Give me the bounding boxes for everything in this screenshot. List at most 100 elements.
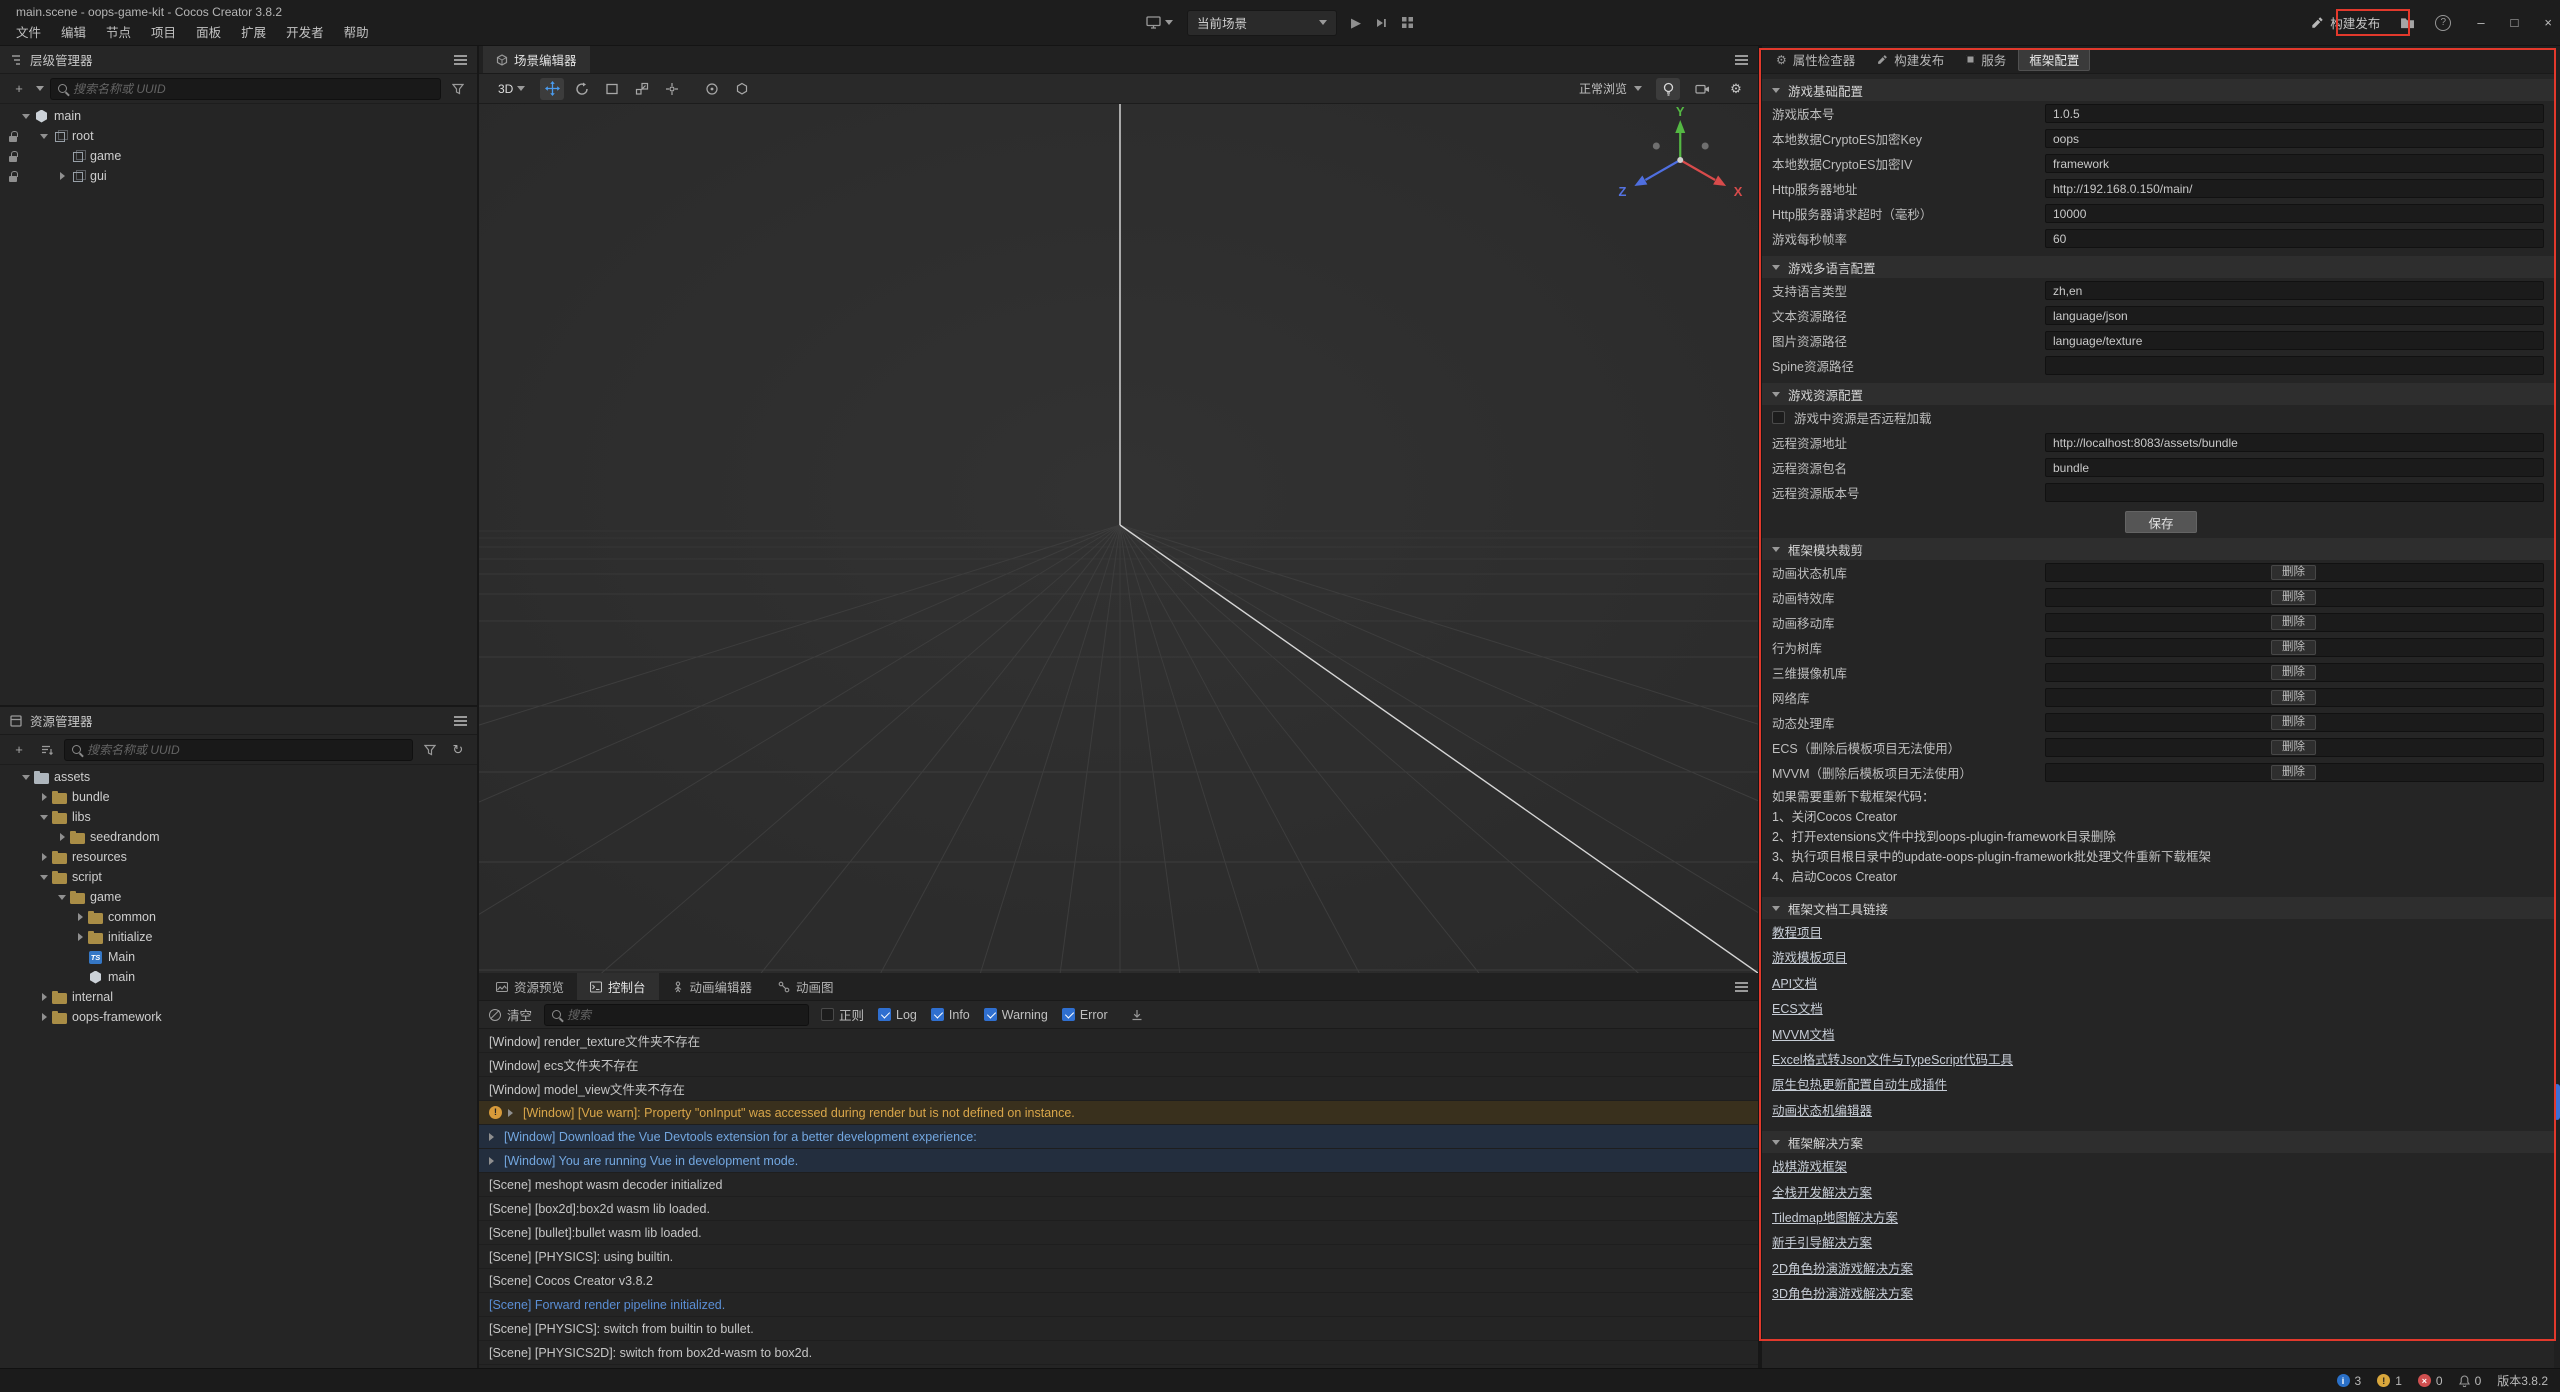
log-row[interactable]: ! [Scene] Cocos Creator v3.8.2 <box>479 1269 1758 1293</box>
tree-node[interactable]: main <box>0 106 477 126</box>
expand-caret-icon[interactable] <box>74 971 86 983</box>
rect-tool-button[interactable] <box>600 78 624 100</box>
log-row[interactable]: ! [Window] You are running Vue in develo… <box>479 1149 1758 1173</box>
panel-menu-icon[interactable] <box>454 720 467 722</box>
menu-item[interactable]: 扩展 <box>231 19 276 44</box>
delete-module-button[interactable]: 删除 <box>2271 665 2316 680</box>
expand-caret-icon[interactable] <box>38 1011 50 1023</box>
log-expand-icon[interactable] <box>508 1109 517 1117</box>
checkbox-icon[interactable] <box>1772 411 1785 424</box>
error-count-badge[interactable]: × 0 <box>2418 1374 2443 1388</box>
panel-menu-icon[interactable] <box>454 59 467 61</box>
tab-animation-graph[interactable]: 动画图 <box>765 973 847 1000</box>
scene-viewport[interactable]: Y X Z <box>479 104 1758 973</box>
expand-caret-icon[interactable] <box>74 931 86 943</box>
section-module-trim[interactable]: 框架模块裁剪 <box>1762 538 2560 560</box>
tab-scene-editor[interactable]: 场景编辑器 <box>483 46 590 73</box>
expand-caret-icon[interactable] <box>56 150 68 162</box>
scene-settings-button[interactable]: ⚙ <box>1724 78 1748 100</box>
log-row[interactable]: ! [Scene] [bullet]:bullet wasm lib loade… <box>479 1221 1758 1245</box>
filter-button[interactable] <box>447 78 469 100</box>
tree-node[interactable]: TS Main <box>0 947 477 967</box>
coordinate-toggle-button[interactable] <box>730 78 754 100</box>
tree-node[interactable]: common <box>0 907 477 927</box>
preview-device-button[interactable] <box>1146 16 1173 29</box>
expand-caret-icon[interactable] <box>38 871 50 883</box>
solution-link[interactable]: 全栈开发解决方案 <box>1772 1181 1872 1206</box>
delete-module-button[interactable]: 删除 <box>2271 715 2316 730</box>
window-minimize-button[interactable]: – <box>2477 15 2484 30</box>
log-row[interactable]: ! [Scene] [PHYSICS2D]: switch from box2d… <box>479 1341 1758 1365</box>
menu-item[interactable]: 节点 <box>96 19 141 44</box>
tree-node[interactable]: game <box>0 887 477 907</box>
expand-caret-icon[interactable] <box>56 170 68 182</box>
tab-asset-preview[interactable]: 资源预览 <box>483 973 577 1000</box>
tree-node[interactable]: main <box>0 967 477 987</box>
doc-link[interactable]: ECS文档 <box>1772 997 1823 1022</box>
pivot-toggle-button[interactable] <box>700 78 724 100</box>
delete-module-button[interactable]: 删除 <box>2271 640 2316 655</box>
menu-item[interactable]: 文件 <box>6 19 51 44</box>
info-count-badge[interactable]: i 3 <box>2337 1374 2362 1388</box>
expand-caret-icon[interactable] <box>38 851 50 863</box>
log-row[interactable]: ! [Window] render_texture文件夹不存在 <box>479 1029 1758 1053</box>
tree-node[interactable]: seedrandom <box>0 827 477 847</box>
tree-node[interactable]: bundle <box>0 787 477 807</box>
section-basic-config[interactable]: 游戏基础配置 <box>1762 79 2560 101</box>
build-publish-button[interactable]: 构建发布 <box>2311 13 2380 32</box>
solution-link[interactable]: 2D角色扮演游戏解决方案 <box>1772 1257 1913 1282</box>
console-search-input[interactable] <box>567 1008 801 1022</box>
play-button[interactable]: ▶ <box>1351 16 1361 29</box>
log-expand-icon[interactable] <box>489 1157 498 1165</box>
solution-link[interactable]: 战棋游戏框架 <box>1772 1155 1847 1180</box>
log-row[interactable]: ! [Scene] meshopt wasm decoder initializ… <box>479 1173 1758 1197</box>
config-input[interactable]: 60 <box>2045 229 2544 248</box>
tree-node[interactable]: initialize <box>0 927 477 947</box>
log-row[interactable]: ! [Scene] [PHYSICS]: using builtin. <box>479 1245 1758 1269</box>
add-node-button[interactable]: + <box>8 78 30 100</box>
config-input[interactable] <box>2045 483 2544 502</box>
section-language-config[interactable]: 游戏多语言配置 <box>1762 256 2560 278</box>
delete-module-button[interactable]: 删除 <box>2271 690 2316 705</box>
tree-node[interactable]: libs <box>0 807 477 827</box>
menu-item[interactable]: 帮助 <box>334 19 379 44</box>
config-input[interactable]: http://192.168.0.150/main/ <box>2045 179 2544 198</box>
section-doc-links[interactable]: 框架文档工具链接 <box>1762 897 2560 919</box>
expand-caret-icon[interactable] <box>38 991 50 1003</box>
refresh-button[interactable]: ↻ <box>447 739 469 761</box>
expand-caret-icon[interactable] <box>56 831 68 843</box>
delete-module-button[interactable]: 删除 <box>2271 615 2316 630</box>
console-filter-checkbox[interactable]: Log <box>878 1008 917 1022</box>
expand-caret-icon[interactable] <box>38 811 50 823</box>
log-row[interactable]: ! [Window] [Vue warn]: Property "onInput… <box>479 1101 1758 1125</box>
config-input[interactable]: zh,en <box>2045 281 2544 300</box>
doc-link[interactable]: Excel格式转Json文件与TypeScript代码工具 <box>1772 1048 2013 1073</box>
tree-node[interactable]: internal <box>0 987 477 1007</box>
solution-link[interactable]: 新手引导解决方案 <box>1772 1231 1872 1256</box>
console-filter-checkbox[interactable]: 正则 <box>821 1005 864 1024</box>
console-filter-checkbox[interactable]: Error <box>1062 1008 1108 1022</box>
log-row[interactable]: ! [Scene] Forward render pipeline initia… <box>479 1293 1758 1317</box>
panel-menu-icon[interactable] <box>1735 59 1748 61</box>
solution-link[interactable]: Tiledmap地图解决方案 <box>1772 1206 1898 1231</box>
console-filter-checkbox[interactable]: Info <box>931 1008 970 1022</box>
step-button[interactable] <box>1375 17 1387 29</box>
assets-search-input[interactable] <box>87 743 405 757</box>
tree-node[interactable]: game <box>0 146 477 166</box>
move-tool-button[interactable] <box>540 78 564 100</box>
solution-link[interactable]: 3D角色扮演游戏解决方案 <box>1772 1282 1913 1307</box>
doc-link[interactable]: 动画状态机编辑器 <box>1772 1099 1872 1124</box>
expand-caret-icon[interactable] <box>74 911 86 923</box>
expand-caret-icon[interactable] <box>20 110 32 122</box>
window-close-button[interactable]: × <box>2544 15 2552 30</box>
delete-module-button[interactable]: 删除 <box>2271 765 2316 780</box>
hierarchy-search-input[interactable] <box>73 82 433 96</box>
clear-console-button[interactable]: 清空 <box>489 1005 532 1024</box>
help-icon[interactable]: ? <box>2435 15 2451 31</box>
menu-item[interactable]: 面板 <box>186 19 231 44</box>
tab-animation-editor[interactable]: 动画编辑器 <box>659 973 766 1000</box>
expand-caret-icon[interactable] <box>38 130 50 142</box>
log-row[interactable]: ! [Window] Download the Vue Devtools ext… <box>479 1125 1758 1149</box>
tree-node[interactable]: script <box>0 867 477 887</box>
sort-button[interactable] <box>36 739 58 761</box>
